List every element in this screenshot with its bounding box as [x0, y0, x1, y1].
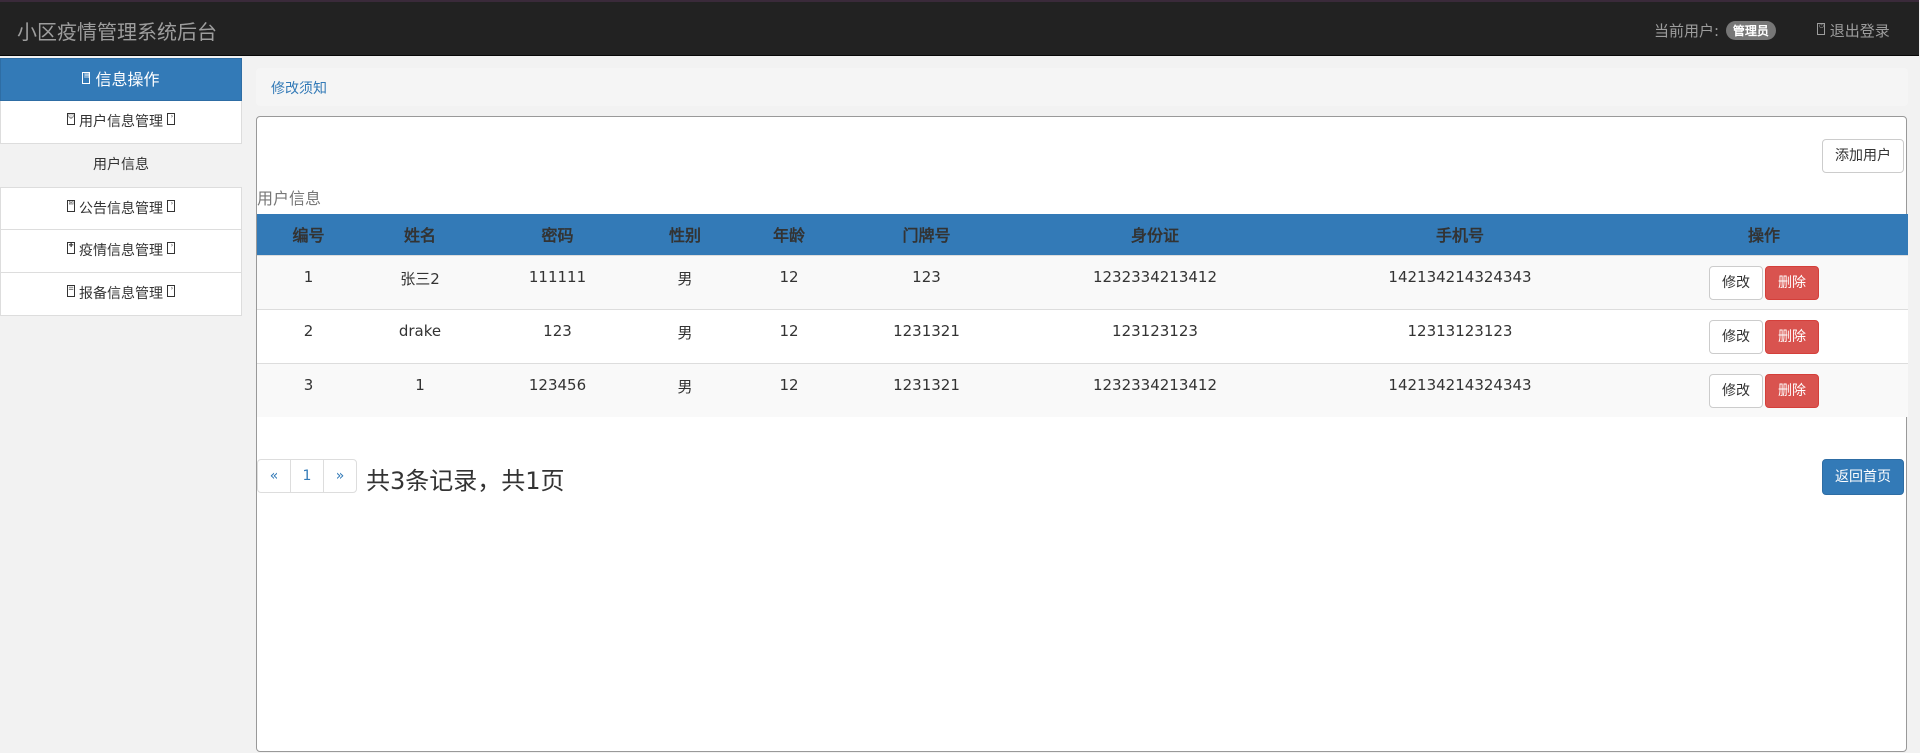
breadcrumb: 修改须知 — [256, 68, 1908, 106]
current-user-label: 当前用户: — [1654, 22, 1720, 40]
cell-door: 1231321 — [843, 362, 1010, 417]
sidebar-heading-label: 信息操作 — [95, 70, 160, 89]
epidemic-icon: ✚ — [66, 242, 75, 254]
sidebar-item-label: 用户信息 — [93, 157, 149, 173]
delete-button[interactable]: 删除 — [1765, 373, 1819, 408]
cell-phone: 12313123123 — [1300, 308, 1620, 363]
sidebar-item-label: 疫情信息管理 — [79, 243, 163, 259]
table-row: 1 张三2 111111 男 12 123 1232334213412 1421… — [257, 254, 1908, 309]
cell-actions: 修改 删除 — [1620, 362, 1908, 417]
col-header: 编号 — [292, 226, 325, 246]
sidebar: ▤ 信息操作 ☺ 用户信息管理 › 用户信息 ✉ 公告信息管理 › ✚ 疫情信息… — [0, 58, 242, 316]
notice-icon: ✉ — [66, 200, 75, 212]
cell-id: 3 — [257, 362, 360, 417]
sidebar-item-label: 用户信息管理 — [79, 114, 163, 130]
logout-label: 退出登录 — [1829, 22, 1890, 40]
cell-gender: 男 — [635, 254, 735, 309]
edit-button[interactable]: 修改 — [1709, 265, 1763, 300]
breadcrumb-link[interactable]: 修改须知 — [271, 78, 327, 98]
user-table: 编号 姓名 密码 性别 年龄 门牌号 身份证 手机号 操作 1 张三2 1111… — [257, 214, 1908, 417]
sidebar-heading[interactable]: ▤ 信息操作 — [0, 58, 242, 101]
cell-name: 1 — [360, 362, 480, 417]
col-header: 身份证 — [1130, 226, 1179, 246]
col-header: 性别 — [668, 226, 701, 246]
cell-id: 2 — [257, 308, 360, 363]
pagination: « 1 » — [257, 459, 357, 493]
table-row: 2 drake 123 男 12 1231321 123123123 12313… — [257, 308, 1908, 363]
col-header: 手机号 — [1435, 226, 1484, 246]
col-header: 门牌号 — [902, 226, 951, 246]
role-badge: 管理员 — [1725, 21, 1776, 40]
delete-button[interactable]: 删除 — [1765, 319, 1819, 354]
cell-actions: 修改 删除 — [1620, 308, 1908, 363]
cell-phone: 142134214324343 — [1300, 254, 1620, 309]
cell-idcard: 123123123 — [1010, 308, 1300, 363]
sidebar-item-notice-management[interactable]: ✉ 公告信息管理 › — [0, 187, 242, 230]
chevron-icon: › — [167, 285, 176, 297]
sidebar-item-report-management[interactable]: ☰ 报备信息管理 › — [0, 273, 242, 316]
top-navbar: 小区疫情管理系统后台 当前用户: 管理员 ⏻ 退出登录 — [0, 0, 1919, 56]
edit-button[interactable]: 修改 — [1709, 373, 1763, 408]
page-prev-button[interactable]: « — [257, 459, 291, 493]
cell-actions: 修改 删除 — [1620, 254, 1908, 309]
cell-door: 1231321 — [843, 308, 1010, 363]
table-header-row: 编号 姓名 密码 性别 年龄 门牌号 身份证 手机号 操作 — [257, 214, 1908, 255]
back-home-button[interactable]: 返回首页 — [1822, 459, 1904, 495]
col-header: 年龄 — [772, 226, 805, 246]
cell-name: drake — [360, 308, 480, 363]
page-next-button[interactable]: » — [323, 459, 357, 493]
sidebar-item-user-management[interactable]: ☺ 用户信息管理 › — [0, 101, 242, 144]
app-title[interactable]: 小区疫情管理系统后台 — [17, 16, 217, 45]
table-row: 3 1 123456 男 12 1231321 1232334213412 14… — [257, 362, 1908, 417]
current-user: 当前用户: 管理员 — [1654, 20, 1776, 41]
chevron-icon: › — [167, 200, 176, 212]
logout-link[interactable]: ⏻ 退出登录 — [1817, 20, 1890, 41]
edit-button[interactable]: 修改 — [1709, 319, 1763, 354]
col-header: 密码 — [541, 226, 574, 246]
sidebar-item-label: 报备信息管理 — [79, 286, 163, 302]
page-number-button[interactable]: 1 — [290, 459, 324, 493]
cell-id: 1 — [257, 254, 360, 309]
logout-icon: ⏻ — [1817, 23, 1825, 35]
report-icon: ☰ — [66, 285, 75, 297]
cell-password: 123 — [480, 308, 635, 363]
col-header: 姓名 — [403, 226, 436, 246]
cell-idcard: 1232334213412 — [1010, 254, 1300, 309]
cell-age: 12 — [735, 308, 843, 363]
sidebar-item-label: 公告信息管理 — [79, 201, 163, 217]
chevron-icon: › — [167, 113, 176, 125]
sidebar-item-user-info[interactable]: 用户信息 — [0, 144, 242, 187]
add-user-button[interactable]: 添加用户 — [1822, 139, 1904, 173]
chevron-icon: › — [167, 242, 176, 254]
cell-password: 111111 — [480, 254, 635, 309]
cell-gender: 男 — [635, 308, 735, 363]
record-summary: 共3条记录，共1页 — [366, 467, 565, 495]
delete-button[interactable]: 删除 — [1765, 265, 1819, 300]
sidebar-item-epidemic-management[interactable]: ✚ 疫情信息管理 › — [0, 230, 242, 273]
user-icon: ☺ — [66, 113, 75, 125]
cell-age: 12 — [735, 254, 843, 309]
content-panel: 添加用户 用户信息 编号 姓名 密码 性别 年龄 门牌号 身份证 手机号 操作 … — [256, 116, 1908, 752]
cell-name: 张三2 — [360, 254, 480, 309]
cell-password: 123456 — [480, 362, 635, 417]
cell-gender: 男 — [635, 362, 735, 417]
cell-age: 12 — [735, 362, 843, 417]
cell-idcard: 1232334213412 — [1010, 362, 1300, 417]
col-header: 操作 — [1747, 226, 1780, 246]
cell-door: 123 — [843, 254, 1010, 309]
menu-icon: ▤ — [82, 72, 91, 84]
table-caption: 用户信息 — [257, 189, 322, 208]
cell-phone: 142134214324343 — [1300, 362, 1620, 417]
